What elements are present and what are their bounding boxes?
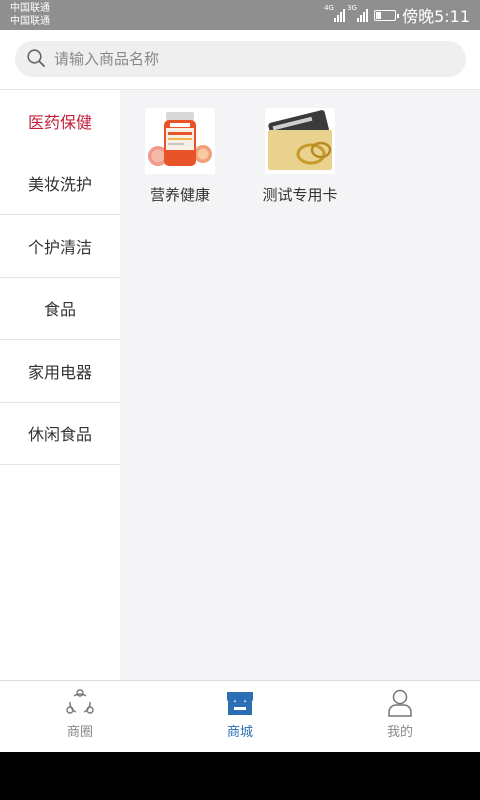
battery-fill — [376, 11, 382, 19]
battery-icon — [374, 9, 400, 21]
system-nav-bar — [0, 752, 480, 800]
tab-label: 我的 — [386, 725, 413, 740]
carrier-1: 中国联通 — [10, 3, 50, 14]
carrier-labels: 中国联通 中国联通 — [10, 2, 50, 28]
status-time: 傍晚5:11 — [402, 7, 470, 26]
category-item-food[interactable]: 食品 — [0, 277, 120, 340]
category-item-snacks[interactable]: 休闲食品 — [0, 402, 120, 465]
category-item-home-appliances[interactable]: 家用电器 — [0, 340, 120, 403]
tab-label: 商城 — [226, 725, 253, 740]
bottom-tab-bar: 商圈 商城 我的 — [0, 680, 480, 752]
product-name: 测试专用卡 — [262, 186, 338, 204]
signal-3g-icon: 3G — [347, 4, 369, 22]
product-grid: 营养健康 测试专用卡 — [120, 90, 480, 680]
status-icons: 4G 3G 傍晚5:11 — [324, 0, 470, 30]
search-header: 请输入商品名称 — [0, 30, 480, 90]
search-icon — [27, 49, 45, 67]
status-bar: 中国联通 中国联通 4G 3G 傍晚5:11 — [0, 0, 480, 30]
category-sidebar: 医药保健 美妆洗护 个护清洁 食品 家用电器 休闲食品 — [0, 90, 120, 680]
vitamin-bottle-image — [145, 108, 215, 174]
category-item-medicine-health[interactable]: 医药保健 — [0, 90, 120, 153]
carrier-2: 中国联通 — [10, 16, 50, 27]
tab-business-circle[interactable]: 商圈 — [0, 681, 160, 752]
category-item-beauty-care[interactable]: 美妆洗护 — [0, 152, 120, 215]
product-name: 营养健康 — [149, 186, 210, 204]
tab-mall[interactable]: 商城 — [160, 681, 320, 752]
product-item-nutrition[interactable]: 营养健康 — [120, 108, 240, 205]
category-item-personal-cleaning[interactable]: 个护清洁 — [0, 215, 120, 278]
signal-4g-icon: 4G — [324, 4, 346, 22]
user-icon — [388, 689, 412, 717]
tab-label: 商圈 — [66, 725, 93, 740]
search-input[interactable]: 请输入商品名称 — [15, 41, 466, 77]
search-placeholder: 请输入商品名称 — [54, 50, 160, 68]
product-item-test-card[interactable]: 测试专用卡 — [240, 108, 360, 205]
share-circle-icon — [66, 689, 94, 714]
tab-mine[interactable]: 我的 — [320, 681, 480, 752]
store-icon — [227, 692, 253, 715]
gold-rings-card-image — [265, 108, 335, 174]
